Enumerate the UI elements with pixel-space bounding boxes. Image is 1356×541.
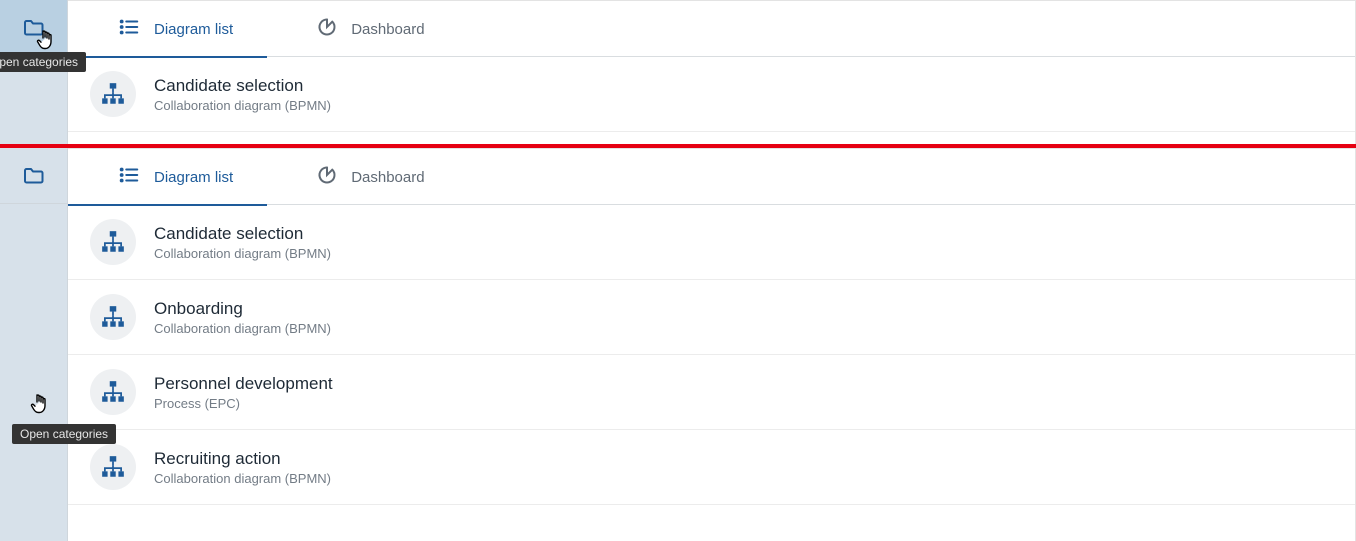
open-categories-tooltip: Open categories (0, 52, 86, 72)
main-content: Diagram list Dashboard Candidate selecti… (68, 148, 1356, 541)
tab-label: Dashboard (351, 21, 424, 38)
tab-diagram-list[interactable]: Diagram list (68, 1, 267, 57)
list-icon (118, 16, 140, 42)
list-item[interactable]: Candidate selection Collaboration diagram… (68, 57, 1355, 132)
main-content: Diagram list Dashboard Candidate selecti… (68, 0, 1356, 144)
tab-label: Diagram list (154, 169, 233, 186)
sidebar-rail: Open categories (0, 0, 68, 144)
diagram-list: Candidate selection Collaboration diagram… (68, 57, 1355, 132)
tab-label: Dashboard (351, 169, 424, 186)
item-title: Candidate selection (154, 76, 331, 96)
item-title: Candidate selection (154, 224, 331, 244)
dashboard-icon (317, 165, 337, 189)
cursor-icon (30, 392, 52, 423)
hierarchy-icon (90, 294, 136, 340)
list-item[interactable]: Onboarding Collaboration diagram (BPMN) (68, 280, 1355, 355)
open-categories-button[interactable]: Open categories (0, 0, 67, 56)
tab-label: Diagram list (154, 21, 233, 38)
hierarchy-icon (90, 71, 136, 117)
list-item[interactable]: Recruiting action Collaboration diagram (… (68, 430, 1355, 505)
item-subtitle: Collaboration diagram (BPMN) (154, 98, 331, 113)
sidebar-rail: Open categories (0, 148, 68, 541)
tab-bar: Diagram list Dashboard (68, 149, 1355, 205)
list-item[interactable]: Personnel development Process (EPC) (68, 355, 1355, 430)
hierarchy-icon (90, 219, 136, 265)
item-title: Onboarding (154, 299, 331, 319)
folder-icon (20, 14, 48, 42)
tab-dashboard[interactable]: Dashboard (267, 1, 458, 57)
diagram-list: Candidate selection Collaboration diagram… (68, 205, 1355, 505)
item-subtitle: Process (EPC) (154, 396, 333, 411)
list-icon (118, 164, 140, 190)
tab-diagram-list[interactable]: Diagram list (68, 149, 267, 205)
list-item[interactable]: Candidate selection Collaboration diagram… (68, 205, 1355, 280)
hierarchy-icon (90, 369, 136, 415)
item-subtitle: Collaboration diagram (BPMN) (154, 321, 331, 336)
tab-bar: Diagram list Dashboard (68, 1, 1355, 57)
item-subtitle: Collaboration diagram (BPMN) (154, 246, 331, 261)
tab-dashboard[interactable]: Dashboard (267, 149, 458, 205)
folder-icon (20, 162, 48, 190)
item-subtitle: Collaboration diagram (BPMN) (154, 471, 331, 486)
hierarchy-icon (90, 444, 136, 490)
open-categories-button[interactable] (0, 148, 67, 204)
item-title: Personnel development (154, 374, 333, 394)
item-title: Recruiting action (154, 449, 331, 469)
open-categories-tooltip: Open categories (12, 424, 116, 444)
dashboard-icon (317, 17, 337, 41)
